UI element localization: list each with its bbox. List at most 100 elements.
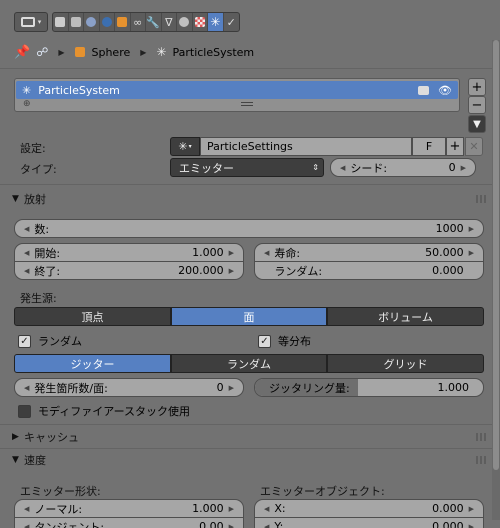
increment-icon[interactable]: ▶	[461, 164, 466, 172]
tab-physics[interactable]: ✓	[224, 13, 240, 31]
start-field[interactable]: ◀ 開始: 1.000 ▶	[14, 243, 244, 262]
tab-render[interactable]	[53, 13, 69, 31]
decrement-icon[interactable]: ◀	[24, 505, 29, 513]
seed-field[interactable]: ◀ シード: 0 ▶	[330, 158, 476, 177]
add-particle-system-button[interactable]: +	[468, 78, 486, 96]
divider	[0, 424, 492, 425]
tab-data[interactable]: ∇	[162, 13, 177, 31]
source-option-verts[interactable]: 頂点	[14, 307, 171, 326]
tab-constraints[interactable]: ∞	[131, 13, 146, 31]
wrench-icon: 🔧	[146, 15, 161, 29]
decrement-icon[interactable]: ◀	[24, 267, 29, 275]
expanded-triangle-icon: ▼	[12, 194, 19, 204]
lifetime-field[interactable]: ◀ 寿命: 50.000 ▶	[254, 243, 484, 262]
random-order-checkbox[interactable]: ✓ ランダム	[18, 333, 82, 349]
emitter-object-label: エミッターオブジェクト:	[260, 485, 385, 498]
end-label: 終了:	[34, 264, 61, 278]
increment-icon[interactable]: ▶	[469, 505, 474, 513]
specials-menu-button[interactable]: ▼	[468, 115, 486, 133]
object-x-velocity-field[interactable]: ◀ X: 0.000 ▶	[254, 499, 484, 518]
increment-icon[interactable]: ▶	[229, 267, 234, 275]
emission-panel-header[interactable]: ▼ 放射	[12, 188, 488, 210]
use-modifier-stack-checkbox[interactable]: モディファイアースタック使用	[18, 403, 190, 419]
scrollbar[interactable]	[492, 40, 500, 520]
decrement-icon[interactable]: ◀	[24, 225, 29, 233]
tab-object[interactable]	[115, 13, 131, 31]
list-item[interactable]: ✳ ParticleSystem 👁	[16, 81, 458, 99]
texture-icon	[194, 17, 205, 27]
lifetime-label: 寿命:	[274, 246, 301, 260]
decrement-icon[interactable]: ◀	[340, 164, 345, 172]
tab-scene[interactable]	[84, 13, 100, 31]
new-settings-button[interactable]: +	[446, 137, 464, 156]
settings-name-field[interactable]: ParticleSettings	[200, 137, 412, 156]
tab-world[interactable]	[100, 13, 115, 31]
jitter-amount-slider[interactable]: ジッタリング量: 1.000	[254, 378, 484, 397]
source-option-label: 頂点	[81, 310, 104, 324]
increment-icon[interactable]: ▶	[229, 249, 234, 257]
cache-panel-header[interactable]: ▶ キャッシュ	[12, 426, 488, 448]
tab-material[interactable]	[177, 13, 193, 31]
context-tabs: ∞ 🔧 ∇ ✳ ✓	[52, 12, 240, 32]
distribution-option-jittered[interactable]: ジッター	[14, 354, 171, 373]
list-resize-handle[interactable]	[241, 102, 253, 106]
lifetime-random-value: 0.000	[432, 264, 464, 277]
drag-grip-icon[interactable]	[476, 195, 488, 203]
count-field[interactable]: ◀ 数: 1000 ▶	[14, 219, 484, 238]
resize-grip-icon[interactable]: ⊕	[23, 99, 31, 109]
decrement-icon[interactable]: ◀	[24, 249, 29, 257]
type-value: エミッター	[179, 161, 234, 175]
particles-per-face-field[interactable]: ◀ 発生箇所数/面: 0 ▶	[14, 378, 244, 397]
decrement-icon[interactable]: ◀	[24, 523, 29, 528]
normal-velocity-field[interactable]: ◀ ノーマル: 1.000 ▶	[14, 499, 244, 518]
scene-icon	[86, 17, 97, 27]
scrollbar-thumb[interactable]	[493, 40, 499, 470]
object-x-velocity-value: 0.000	[432, 502, 464, 515]
lifetime-random-label: ランダム:	[274, 264, 323, 278]
even-distribution-checkbox[interactable]: ✓ 等分布	[258, 333, 311, 349]
tab-texture[interactable]	[193, 13, 208, 31]
unlink-settings-button[interactable]: ✕	[465, 137, 483, 156]
chevron-down-icon: ▾	[188, 143, 192, 150]
drag-grip-icon[interactable]	[476, 456, 488, 464]
increment-icon[interactable]: ▶	[469, 225, 474, 233]
distribution-option-grid[interactable]: グリッド	[327, 354, 484, 373]
increment-icon[interactable]: ▶	[229, 523, 234, 528]
checkmark-icon: ✓	[258, 334, 271, 348]
eye-icon[interactable]: 👁	[438, 84, 452, 97]
particle-system-list: ✳ ParticleSystem 👁 ⊕	[14, 78, 460, 112]
decrement-icon[interactable]: ◀	[24, 384, 29, 392]
source-option-volume[interactable]: ボリューム	[327, 307, 484, 326]
decrement-icon[interactable]: ◀	[264, 523, 269, 528]
cache-panel-title: キャッシュ	[24, 431, 79, 444]
tab-particles[interactable]: ✳	[208, 13, 224, 31]
source-option-faces[interactable]: 面	[171, 307, 327, 326]
object-y-velocity-field[interactable]: ◀ Y: 0.000 ▶	[254, 517, 484, 528]
velocity-panel-header[interactable]: ▼ 速度	[12, 449, 488, 471]
lifetime-random-field[interactable]: ◀ ランダム: 0.000 ▶	[254, 261, 484, 280]
decrement-icon[interactable]: ◀	[264, 505, 269, 513]
pin-icon[interactable]: 📌	[14, 45, 30, 60]
tab-modifiers[interactable]: 🔧	[146, 13, 162, 31]
distribution-option-random[interactable]: ランダム	[171, 354, 327, 373]
tab-render-layers[interactable]	[69, 13, 84, 31]
editor-type-menu[interactable]: ▾	[14, 12, 48, 32]
distribution-option-label: ジッター	[70, 357, 115, 371]
increment-icon[interactable]: ▶	[469, 249, 474, 257]
tangent-velocity-field[interactable]: ◀ タンジェント: 0.00 ▶	[14, 517, 244, 528]
decrement-icon[interactable]: ◀	[264, 249, 269, 257]
type-dropdown[interactable]: エミッター ⇕	[170, 158, 324, 177]
end-field[interactable]: ◀ 終了: 200.000 ▶	[14, 261, 244, 280]
fake-user-button[interactable]: F	[412, 137, 446, 156]
settings-browse-button[interactable]: ✳ ▾	[170, 137, 200, 156]
chevron-down-icon: ▼	[473, 118, 481, 130]
increment-icon[interactable]: ▶	[229, 384, 234, 392]
remove-particle-system-button[interactable]: −	[468, 96, 486, 114]
increment-icon[interactable]: ▶	[229, 505, 234, 513]
increment-icon[interactable]: ▶	[469, 523, 474, 528]
collapsed-triangle-icon: ▶	[12, 432, 19, 442]
minus-icon: −	[471, 97, 483, 113]
render-toggle-icon[interactable]	[418, 85, 430, 95]
drag-grip-icon[interactable]	[476, 433, 488, 441]
chevron-right-icon: ▶	[140, 47, 147, 57]
